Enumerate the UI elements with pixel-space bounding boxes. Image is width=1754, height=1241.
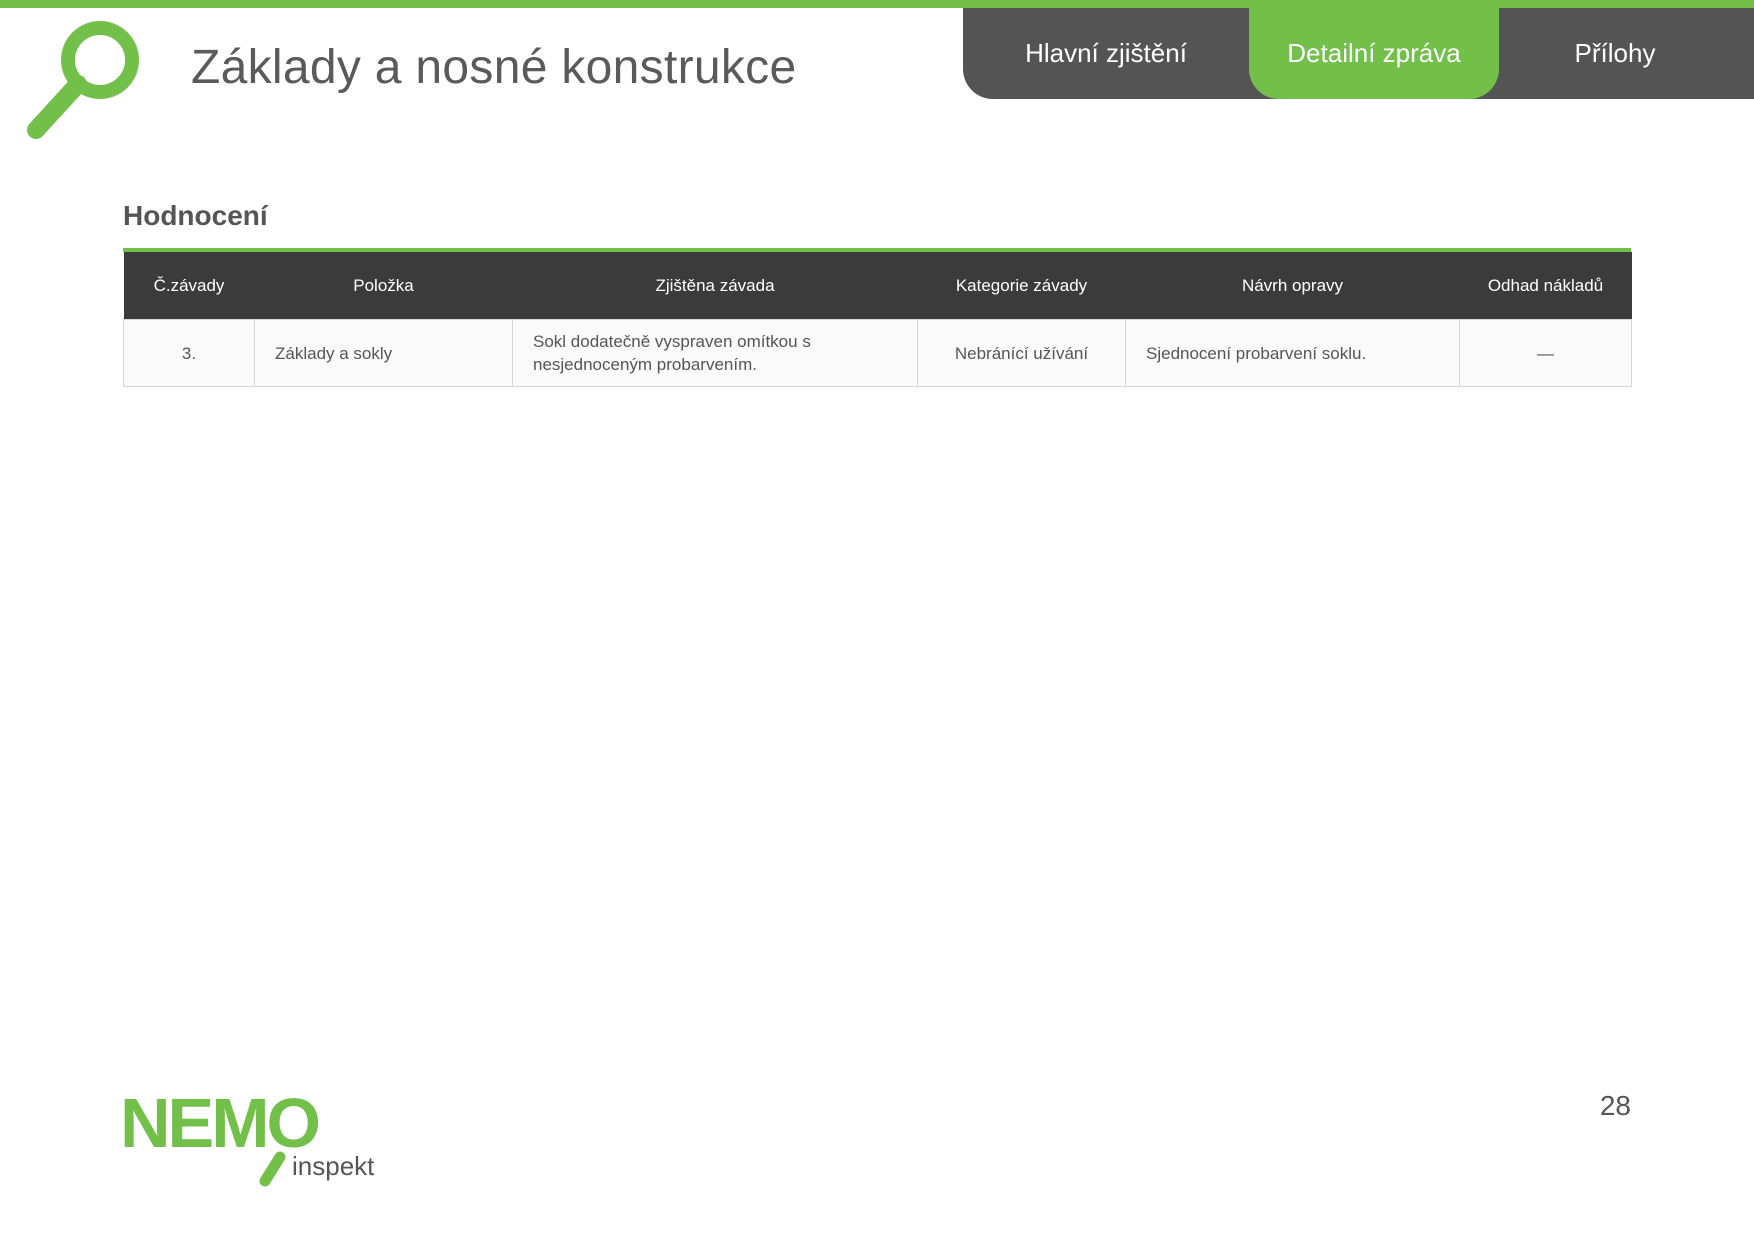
- magnifier-icon: [27, 21, 139, 139]
- cell-defect: Sokl dodatečně vyspraven omítkou s nesje…: [512, 319, 918, 387]
- tab-main-findings[interactable]: Hlavní zjištění: [963, 8, 1249, 99]
- column-header-item: Položka: [254, 252, 513, 320]
- cell-item: Základy a sokly: [254, 319, 513, 387]
- tab-detailed-report[interactable]: Detailní zpráva: [1249, 8, 1499, 99]
- column-header-defect: Zjištěna závada: [512, 252, 918, 320]
- table-header-row: Č.závady Položka Zjištěna závada Kategor…: [123, 252, 1632, 320]
- column-header-cost: Odhad nákladů: [1459, 252, 1632, 320]
- cell-category: Nebránící užívání: [917, 319, 1126, 387]
- cell-repair: Sjednocení probarvení soklu.: [1125, 319, 1460, 387]
- cell-cost: —: [1459, 319, 1632, 387]
- defects-table: Č.závady Položka Zjištěna závada Kategor…: [123, 252, 1632, 387]
- table-row: 3. Základy a sokly Sokl dodatečně vyspra…: [123, 319, 1632, 387]
- tab-attachments[interactable]: Přílohy: [1499, 8, 1731, 99]
- column-header-repair: Návrh opravy: [1125, 252, 1460, 320]
- page-title: Základy a nosné konstrukce: [191, 41, 797, 94]
- logo-subtext: inspekt: [292, 1151, 375, 1181]
- page-number: 28: [1599, 1090, 1631, 1121]
- nemo-inspekt-logo: NEMO inspekt: [120, 1085, 375, 1189]
- section-heading: Hodnocení: [123, 200, 268, 231]
- nav-tabs: Hlavní zjištění Detailní zpráva Přílohy: [963, 8, 1754, 99]
- column-header-number: Č.závady: [123, 252, 255, 320]
- defects-table-wrapper: Č.závady Položka Zjištěna závada Kategor…: [123, 248, 1632, 387]
- top-accent-bar: [0, 0, 1754, 8]
- logo-text: NEMO: [120, 1085, 319, 1162]
- column-header-category: Kategorie závady: [917, 252, 1126, 320]
- cell-number: 3.: [123, 319, 255, 387]
